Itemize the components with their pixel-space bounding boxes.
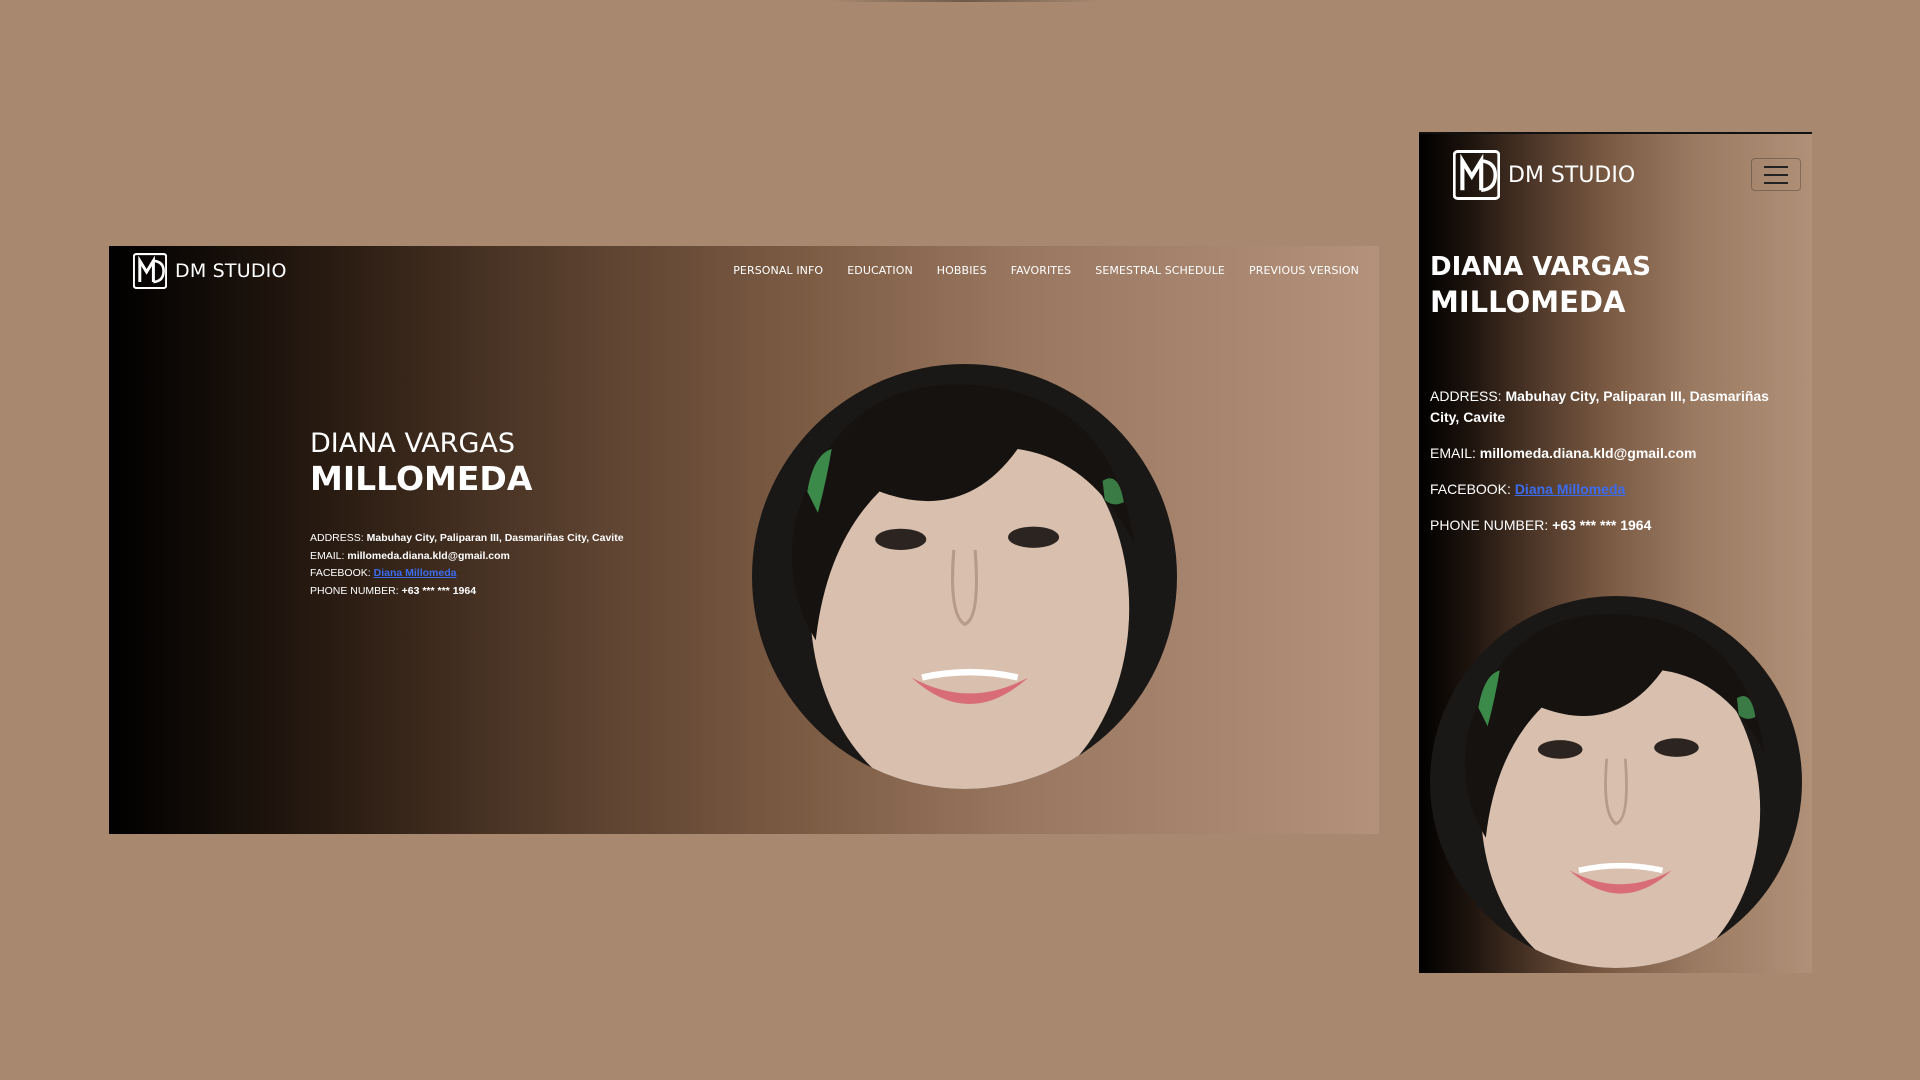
mobile-email-value: millomeda.diana.kld@gmail.com xyxy=(1479,445,1697,461)
mobile-brand-name: DM STUDIO xyxy=(1508,162,1636,188)
phone-label: PHONE NUMBER: xyxy=(310,584,399,597)
nav-previous-version[interactable]: PREVIOUS VERSION xyxy=(1249,264,1359,277)
nav-semestral-schedule[interactable]: SEMESTRAL SCHEDULE xyxy=(1095,264,1225,277)
mobile-email-label: EMAIL: xyxy=(1430,445,1476,461)
desktop-mockup: DM STUDIO PERSONAL INFO EDUCATION HOBBIE… xyxy=(109,246,1379,834)
brand-name: DM STUDIO xyxy=(175,260,287,282)
address-row: ADDRESS: Mabuhay City, Paliparan III, Da… xyxy=(310,530,624,548)
mobile-mockup: DM STUDIO DIANA VARGAS MILLOMEDA ADDRESS… xyxy=(1419,132,1812,973)
mobile-phone-row: PHONE NUMBER: +63 *** *** 1964 xyxy=(1430,515,1800,536)
portrait-image xyxy=(752,364,1177,789)
brand-logo[interactable]: DM STUDIO xyxy=(133,253,287,289)
portrait-image xyxy=(1430,596,1802,968)
mobile-name-first-line: DIANA VARGAS xyxy=(1430,252,1651,282)
mobile-brand-logo[interactable]: DM STUDIO xyxy=(1453,150,1635,200)
email-value: millomeda.diana.kld@gmail.com xyxy=(347,549,510,562)
mobile-profile-name: DIANA VARGAS MILLOMEDA xyxy=(1430,250,1651,320)
profile-photo xyxy=(752,364,1177,789)
address-label: ADDRESS: xyxy=(310,532,364,544)
facebook-label: FACEBOOK: xyxy=(310,567,371,580)
mobile-facebook-link[interactable]: Diana Millomeda xyxy=(1515,481,1625,497)
mobile-facebook-row: FACEBOOK: Diana Millomeda xyxy=(1430,479,1800,500)
facebook-row: FACEBOOK: Diana Millomeda xyxy=(310,565,624,583)
mobile-address-row: ADDRESS: Mabuhay City, Paliparan III, Da… xyxy=(1430,386,1800,428)
mobile-address-label: ADDRESS: xyxy=(1430,388,1502,404)
dm-monogram-icon xyxy=(1453,150,1500,200)
phone-row: PHONE NUMBER: +63 *** *** 1964 xyxy=(310,583,624,601)
mobile-phone-label: PHONE NUMBER: xyxy=(1430,517,1549,533)
mobile-email-row: EMAIL: millomeda.diana.kld@gmail.com xyxy=(1430,443,1800,464)
nav-favorites[interactable]: FAVORITES xyxy=(1011,264,1072,277)
hamburger-menu-icon[interactable] xyxy=(1751,158,1801,191)
top-nav: PERSONAL INFO EDUCATION HOBBIES FAVORITE… xyxy=(733,264,1359,277)
mobile-phone-value: +63 *** *** 1964 xyxy=(1552,517,1652,533)
name-first-line: DIANA VARGAS xyxy=(310,428,515,459)
nav-hobbies[interactable]: HOBBIES xyxy=(937,264,987,277)
address-value: Mabuhay City, Paliparan III, Dasmariñas … xyxy=(366,532,624,544)
email-row: EMAIL: millomeda.diana.kld@gmail.com xyxy=(310,548,624,566)
profile-name: DIANA VARGAS MILLOMEDA xyxy=(310,426,532,497)
mobile-name-last-line: MILLOMEDA xyxy=(1430,285,1626,319)
top-shadow-line xyxy=(830,0,1100,2)
email-label: EMAIL: xyxy=(310,549,345,562)
mobile-contact-info: ADDRESS: Mabuhay City, Paliparan III, Da… xyxy=(1430,386,1800,551)
name-last-line: MILLOMEDA xyxy=(310,459,533,498)
contact-info: ADDRESS: Mabuhay City, Paliparan III, Da… xyxy=(310,530,624,600)
nav-personal-info[interactable]: PERSONAL INFO xyxy=(733,264,823,277)
dm-monogram-icon xyxy=(133,253,167,289)
mobile-facebook-label: FACEBOOK: xyxy=(1430,481,1511,497)
nav-education[interactable]: EDUCATION xyxy=(847,264,913,277)
facebook-link[interactable]: Diana Millomeda xyxy=(374,567,457,579)
phone-value: +63 *** *** 1964 xyxy=(401,584,477,597)
mobile-profile-photo xyxy=(1430,596,1802,968)
